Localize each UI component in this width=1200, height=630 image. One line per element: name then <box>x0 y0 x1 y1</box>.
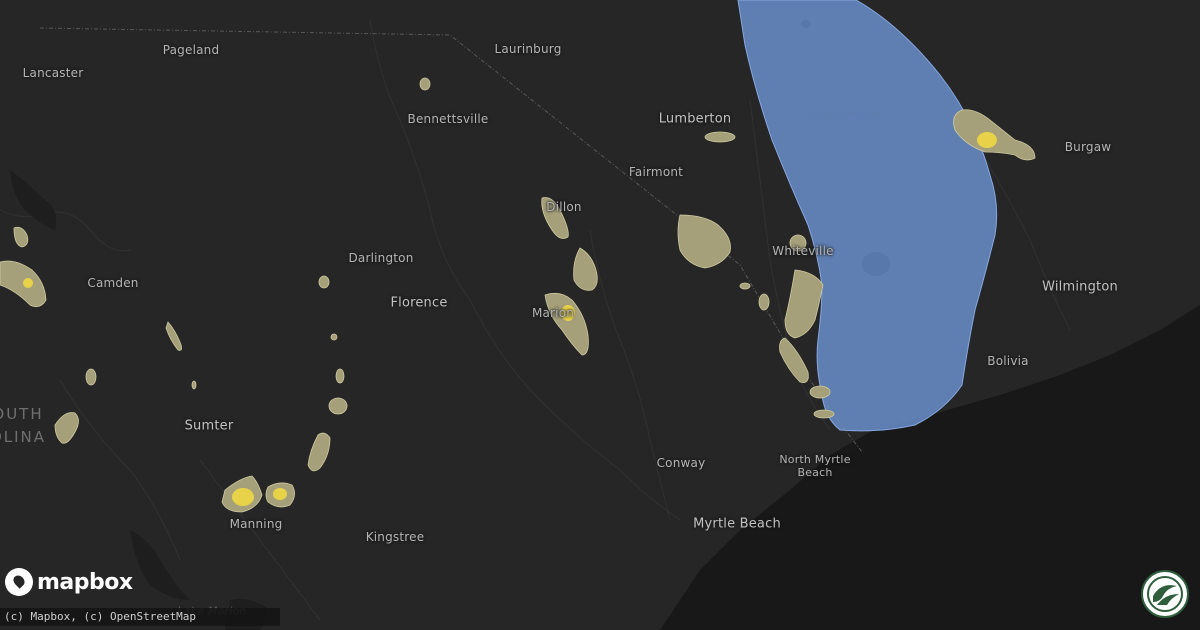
mapbox-logo[interactable]: mapbox <box>5 568 133 596</box>
city-label-line: Beach <box>797 466 833 479</box>
city-label-lumberton: Lumberton <box>658 111 732 127</box>
city-label-pageland: Pageland <box>162 43 220 57</box>
city-label-lancaster: Lancaster <box>22 66 84 80</box>
map-attribution[interactable]: (c) Mapbox, (c) OpenStreetMap <box>0 608 280 626</box>
city-label-marion: Marion <box>531 306 575 320</box>
map-canvas <box>0 0 1200 630</box>
mapbox-logo-icon <box>5 568 33 596</box>
city-label-kingstree: Kingstree <box>365 530 425 544</box>
state-label-line-1: OUTH <box>0 405 44 423</box>
city-label-myrtle-beach: Myrtle Beach <box>693 516 781 532</box>
lake-wateree <box>10 170 57 230</box>
weather-map[interactable]: Pageland Laurinburg Lancaster Bennettsville… <box>0 0 1200 630</box>
city-label-whiteville: Whiteville <box>772 244 834 258</box>
city-label-camden: Camden <box>87 276 139 290</box>
city-label-sumter: Sumter <box>184 418 234 434</box>
site-logo-graphic <box>1147 576 1183 612</box>
city-label-bolivia: Bolivia <box>987 354 1029 368</box>
city-label-wilmington: Wilmington <box>1042 279 1118 295</box>
state-border <box>39 27 863 453</box>
city-label-line: North Myrtle <box>779 453 851 466</box>
city-label-manning: Manning <box>229 517 283 531</box>
warning-polygon <box>737 0 998 432</box>
city-label-elizabethtown: Elizabethtown <box>800 107 882 121</box>
city-label-florence: Florence <box>390 295 448 311</box>
mapbox-wordmark: mapbox <box>37 569 133 595</box>
city-label-darlington: Darlington <box>348 251 414 265</box>
city-label-bennettsville: Bennettsville <box>407 112 489 126</box>
city-label-dillon: Dillon <box>546 200 582 214</box>
lake-marion <box>130 530 190 600</box>
city-label-north-myrtle-beach: North Myrtle Beach <box>779 453 850 479</box>
city-label-conway: Conway <box>656 456 706 470</box>
city-label-laurinburg: Laurinburg <box>494 42 562 56</box>
site-logo-icon[interactable] <box>1141 570 1189 618</box>
city-label-burgaw: Burgaw <box>1064 140 1112 154</box>
city-label-fairmont: Fairmont <box>628 165 684 179</box>
state-label-line-2: OLINA <box>0 428 47 446</box>
